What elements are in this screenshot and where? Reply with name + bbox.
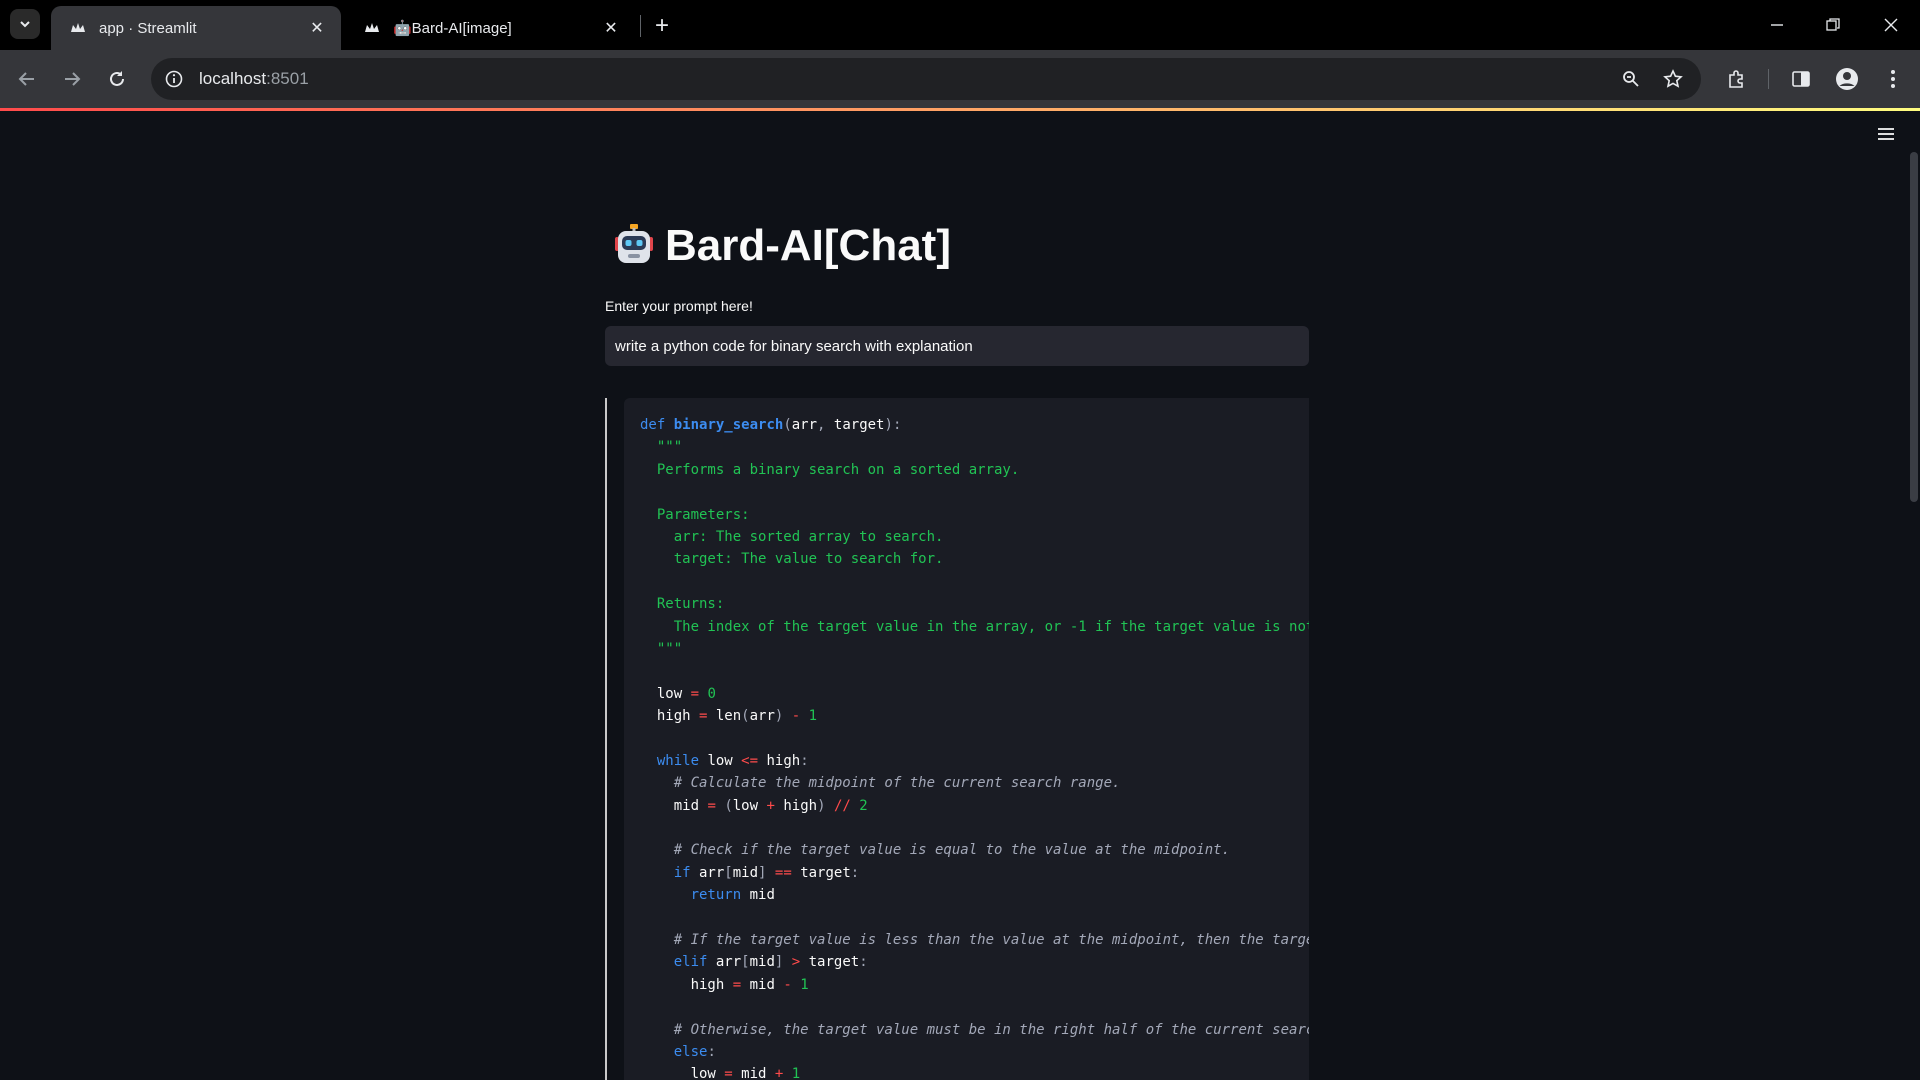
code-text: def binary_search(arr, target): """ Perf… [640, 414, 1309, 1080]
back-arrow-icon[interactable] [12, 64, 42, 94]
page-scrollbar[interactable] [1908, 152, 1920, 1080]
code-line: mid = (low + high) // 2 [640, 797, 868, 814]
tab-bard-ai-image[interactable]: 🤖Bard-AI[image] ✕ [345, 6, 635, 50]
forward-arrow-icon[interactable] [57, 64, 87, 94]
response-divider [605, 398, 607, 1080]
prompt-input[interactable] [605, 326, 1309, 366]
code-line: while low <= high: [656, 752, 809, 769]
streamlit-crown-icon [363, 19, 381, 37]
bookmark-star-icon[interactable] [1658, 64, 1688, 94]
close-window-icon[interactable] [1876, 10, 1906, 40]
profile-avatar-icon[interactable] [1832, 64, 1862, 94]
chevron-down-icon [20, 21, 30, 28]
code-line: arr: The sorted array to search. [640, 528, 944, 545]
code-line: Performs a binary search on a sorted arr… [640, 461, 1020, 478]
code-line: # Otherwise, the target value must be in… [640, 1021, 1309, 1038]
prompt-label: Enter your prompt here! [605, 298, 753, 314]
code-line: ​ [640, 817, 1309, 839]
side-panel-icon[interactable] [1786, 64, 1816, 94]
tab-title: 🤖Bard-AI[image] [393, 20, 512, 37]
code-line: # If the target value is less than the v… [673, 931, 1309, 948]
scrollbar-thumb[interactable] [1910, 152, 1918, 502]
close-icon[interactable]: ✕ [601, 18, 621, 38]
code-line: elif arr[mid] > target: [673, 954, 868, 971]
site-info-icon[interactable] [159, 64, 189, 94]
code-line: Returns: [640, 596, 725, 613]
code-line: low = mid + 1 [640, 1066, 801, 1080]
extensions-puzzle-icon[interactable] [1721, 64, 1751, 94]
browser-menu-icon[interactable] [1878, 64, 1908, 94]
code-line: return mid [690, 887, 775, 904]
code-line: # Check if the target value is equal to … [640, 842, 1231, 859]
tab-app-streamlit[interactable]: app · Streamlit ✕ [51, 6, 341, 50]
zoom-icon[interactable] [1616, 64, 1646, 94]
code-line: ​ [640, 660, 1309, 682]
code-line: The index of the target value in the arr… [640, 618, 1309, 635]
robot-icon [615, 224, 653, 263]
code-line: """ [640, 640, 683, 657]
browser-tab-strip: app · Streamlit ✕ 🤖Bard-AI[image] ✕ + [0, 0, 1920, 50]
browser-toolbar: localhost:8501 [0, 50, 1920, 108]
code-line: """ [640, 439, 683, 456]
code-line: high = mid - 1 [640, 976, 809, 993]
code-line: low = 0 [640, 685, 716, 702]
streamlit-app: Bard-AI[Chat] Enter your prompt here! de… [0, 108, 1920, 1080]
url-text: localhost:8501 [199, 69, 309, 88]
new-tab-button[interactable]: + [648, 12, 676, 40]
restore-icon[interactable] [1818, 10, 1848, 40]
tab-search-button[interactable] [10, 9, 40, 39]
code-line: ​ [640, 907, 1309, 929]
minimize-icon[interactable] [1762, 10, 1792, 40]
code-block: def binary_search(arr, target): """ Perf… [624, 398, 1309, 1080]
code-line: if arr[mid] == target: [673, 864, 860, 881]
header-decoration-bar [0, 108, 1920, 111]
hamburger-menu-icon[interactable] [1874, 122, 1898, 146]
reload-icon[interactable] [102, 64, 132, 94]
page-title-text: Bard-AI[Chat] [665, 221, 951, 270]
tab-title: app · Streamlit [99, 19, 197, 37]
code-line: high = len(arr) - 1 [640, 708, 818, 725]
tab-divider [640, 15, 641, 37]
toolbar-divider [1768, 69, 1769, 89]
code-line: ​ [640, 727, 1309, 749]
code-line: target: The value to search for. [640, 551, 944, 568]
address-bar[interactable]: localhost:8501 [151, 58, 1701, 100]
streamlit-crown-icon [69, 19, 87, 37]
code-line: def binary_search(arr, target): [640, 417, 902, 433]
page-title: Bard-AI[Chat] [605, 221, 951, 271]
code-line: Parameters: [640, 506, 750, 523]
code-line: # Calculate the midpoint of the current … [640, 775, 1121, 792]
code-line: else: [673, 1043, 716, 1060]
close-icon[interactable]: ✕ [307, 18, 327, 38]
code-line: ​ [640, 996, 1309, 1018]
